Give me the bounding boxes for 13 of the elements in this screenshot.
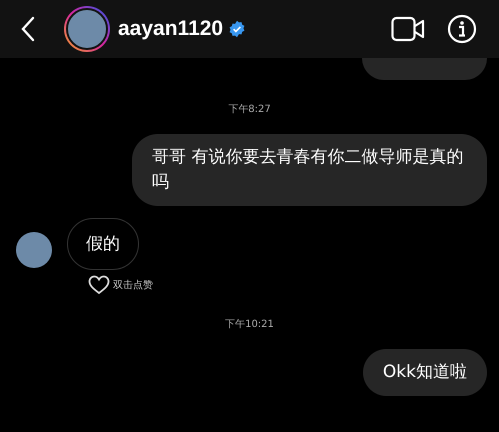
username[interactable]: aayan1120 — [118, 17, 224, 41]
message-bubble: 假的 — [67, 218, 139, 270]
message-bubble: 哥哥 有说你要去青春有你二做导师是真的吗 — [132, 134, 487, 206]
timestamp: 下午8:27 — [228, 103, 271, 116]
back-icon[interactable] — [20, 16, 36, 42]
video-call-icon[interactable] — [391, 16, 425, 42]
like-hint: 双击点赞 — [113, 278, 153, 292]
avatar[interactable] — [64, 6, 110, 52]
heart-icon[interactable] — [88, 275, 110, 295]
avatar[interactable] — [16, 232, 52, 268]
info-icon[interactable] — [447, 14, 477, 44]
message-bubble: Okk知道啦 — [362, 349, 487, 396]
timestamp: 下午10:21 — [225, 318, 274, 331]
